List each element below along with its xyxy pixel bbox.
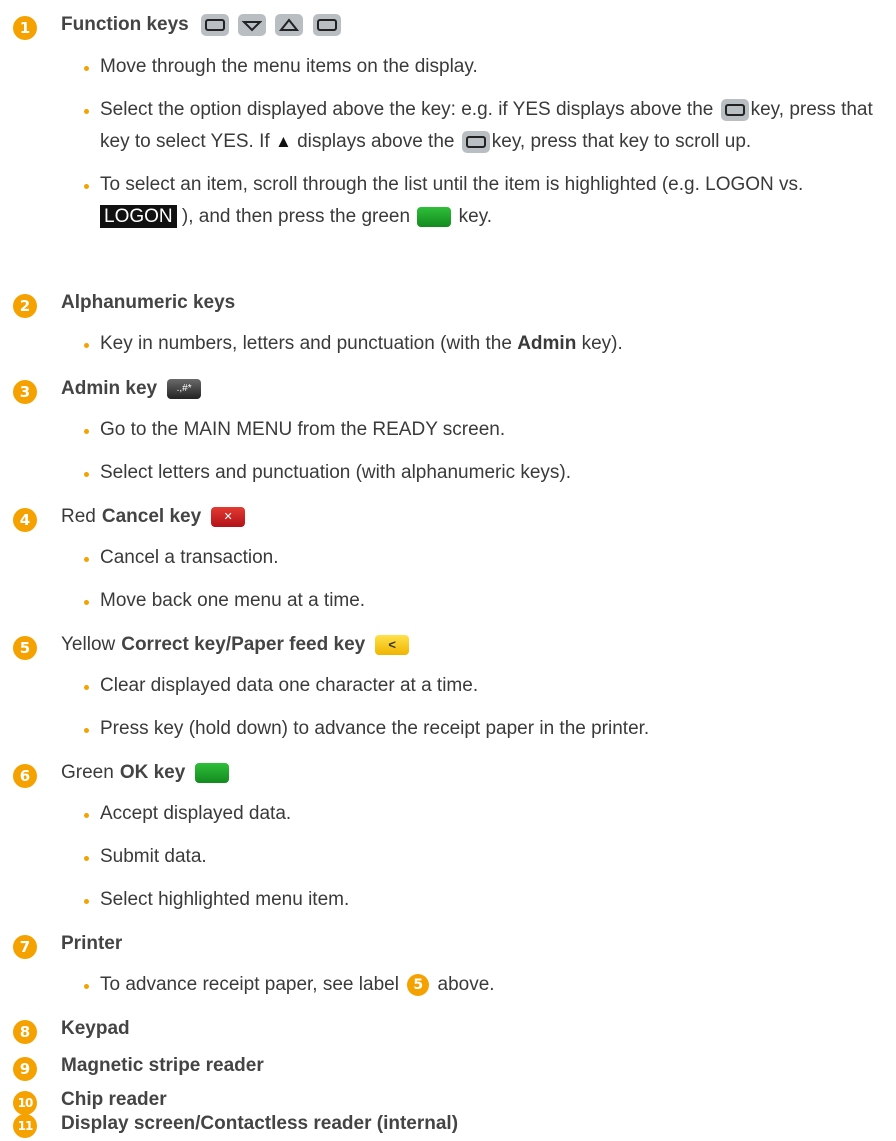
label-reference-badge: 5 (407, 973, 430, 996)
section-title: Keypad (61, 1018, 130, 1039)
section-title: Display screen/Contactless reader (inter… (61, 1113, 459, 1134)
correct-key-icon: < (375, 635, 410, 655)
label-badge-6: 6 (13, 764, 37, 788)
ok-key-icon (417, 207, 452, 227)
bullet-list: Accept displayed data. Submit data. Sele… (82, 798, 882, 927)
label-badge-4: 4 (13, 508, 37, 532)
list-item: Press key (hold down) to advance the rec… (82, 713, 882, 745)
function-keys-icons (199, 14, 343, 36)
text: key). (576, 333, 623, 354)
section-title: Correct key/Paper feed key (121, 634, 366, 655)
text: To advance receipt paper, see label (100, 974, 399, 995)
text: displays above the (297, 131, 455, 153)
section-title: Chip reader (61, 1089, 167, 1110)
label-badge-11: 11 (13, 1114, 37, 1138)
section-prefix: Green (61, 762, 114, 783)
label-badge-10: 10 (13, 1091, 37, 1115)
section-heading: Function keys (61, 14, 343, 36)
section-heading: Red Cancel key ✕ (61, 506, 247, 528)
function-key-3-icon (275, 14, 304, 36)
highlighted-logon: LOGON (100, 205, 177, 229)
text: ), and then press the green (181, 206, 411, 228)
section-heading: Chip reader (61, 1089, 167, 1111)
text: Key in numbers, letters and punctuation … (100, 333, 518, 354)
admin-key-icon: .,#* (167, 379, 202, 399)
function-key-1-icon (200, 14, 229, 36)
section-heading: Display screen/Contactless reader (inter… (61, 1113, 458, 1135)
list-item: Select letters and punctuation (with alp… (82, 457, 882, 489)
label-badge-5: 5 (13, 636, 37, 660)
list-item: Clear displayed data one character at a … (82, 670, 882, 702)
list-item: Move through the menu items on the displ… (82, 51, 882, 83)
list-item: Select highlighted menu item. (82, 884, 882, 916)
label-badge-7: 7 (13, 935, 37, 959)
list-item: To select an item, scroll through the li… (82, 169, 882, 233)
bullet-list: Key in numbers, letters and punctuation … (82, 328, 882, 371)
bullet-list: To advance receipt paper, see label 5 ab… (82, 969, 882, 1012)
list-item: Accept displayed data. (82, 798, 882, 830)
bullet-list: Move through the menu items on the displ… (82, 51, 882, 244)
list-item: Key in numbers, letters and punctuation … (82, 328, 882, 360)
section-prefix: Yellow (61, 634, 116, 655)
label-badge-2: 2 (13, 294, 37, 318)
section-heading: Printer (61, 933, 122, 955)
list-item: Move back one menu at a time. (82, 585, 882, 617)
label-badge-9: 9 (13, 1057, 37, 1081)
list-item: Submit data. (82, 841, 882, 873)
function-key-icon (461, 131, 490, 153)
label-badge-3: 3 (13, 380, 37, 404)
up-triangle-icon: ▲ (274, 132, 292, 151)
section-heading: Admin key .,#* (61, 378, 203, 400)
section-heading: Magnetic stripe reader (61, 1055, 264, 1077)
section-heading: Yellow Correct key/Paper feed key < (61, 634, 411, 656)
section-heading: Keypad (61, 1018, 130, 1040)
text: above. (437, 974, 495, 995)
section-title: Cancel key (101, 506, 202, 527)
ok-key-icon (195, 763, 230, 783)
section-title: Admin key (61, 378, 158, 399)
bullet-list: Cancel a transaction. Move back one menu… (82, 542, 882, 628)
function-key-4-icon (312, 14, 341, 36)
section-title: Magnetic stripe reader (61, 1055, 264, 1076)
list-item: Select the option displayed above the ke… (82, 94, 882, 158)
label-badge-1: 1 (13, 16, 37, 40)
section-prefix: Red (61, 506, 96, 527)
section-title: OK key (119, 762, 186, 783)
function-key-2-icon (238, 14, 267, 36)
bullet-list: Go to the MAIN MENU from the READY scree… (82, 414, 882, 500)
section-title: Function keys (61, 14, 189, 35)
section-heading: Green OK key (61, 762, 231, 784)
list-item: To advance receipt paper, see label 5 ab… (82, 969, 882, 1001)
text-bold: Admin (517, 333, 577, 354)
text: key. (458, 206, 493, 228)
text: To select an item, scroll through the li… (100, 174, 804, 196)
section-title: Printer (61, 933, 123, 954)
list-item: Go to the MAIN MENU from the READY scree… (82, 414, 882, 446)
label-badge-8: 8 (13, 1020, 37, 1044)
section-title: Alphanumeric keys (61, 292, 236, 313)
text: key, press that key to scroll up. (491, 131, 752, 153)
list-item: Cancel a transaction. (82, 542, 882, 574)
text: Select the option displayed above the ke… (100, 99, 714, 120)
section-heading: Alphanumeric keys (61, 292, 235, 314)
function-key-icon (720, 98, 749, 121)
cancel-key-icon: ✕ (211, 507, 246, 527)
bullet-list: Clear displayed data one character at a … (82, 670, 882, 756)
